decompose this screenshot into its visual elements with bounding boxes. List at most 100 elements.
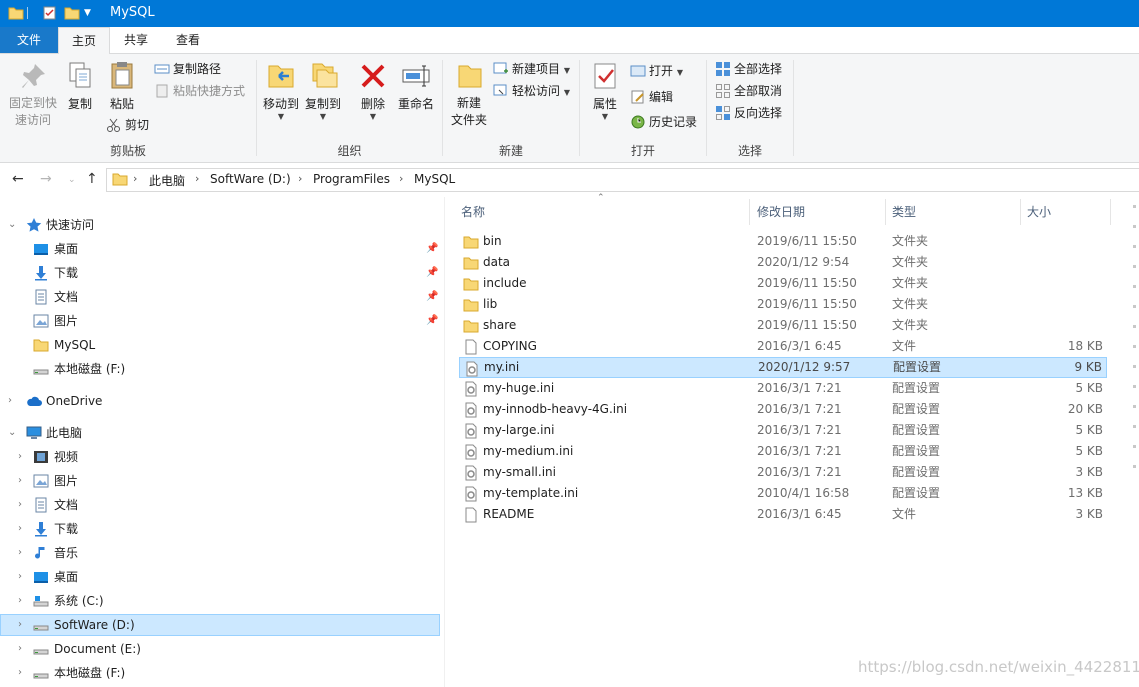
file-row[interactable]: README 2016/3/1 6:45 文件 3 KB <box>459 504 1107 525</box>
properties-button[interactable]: 属性 ▼ <box>588 60 622 121</box>
open-button[interactable]: 打开 ▼ <box>630 61 683 81</box>
paste-shortcut-button[interactable]: 粘贴快捷方式 <box>154 81 245 101</box>
file-row[interactable]: share 2019/6/11 15:50 文件夹 <box>459 315 1107 336</box>
breadcrumb-mysql[interactable]: MySQL <box>414 172 455 186</box>
chevron-right-icon[interactable]: › <box>18 662 22 684</box>
chevron-right-icon[interactable]: › <box>8 390 12 412</box>
scrollbar-track-dot <box>1133 445 1136 448</box>
nav-quick-drive-f[interactable]: 本地磁盘 (F:) <box>0 358 440 380</box>
breadcrumb-programfiles[interactable]: ProgramFiles <box>313 172 390 186</box>
pin-icon[interactable]: 📌 <box>426 310 438 332</box>
chevron-right-icon[interactable]: › <box>18 566 22 588</box>
file-row[interactable]: my.ini 2020/1/12 9:57 配置设置 9 KB <box>459 357 1107 378</box>
customize-quick-access-icon[interactable]: ▼ <box>84 8 100 24</box>
chevron-right-icon[interactable]: › <box>18 446 22 468</box>
new-folder-button[interactable]: 新建 文件夹 <box>447 60 491 129</box>
copy-path-button[interactable]: 复制路径 <box>154 59 221 79</box>
column-divider[interactable] <box>1110 199 1111 225</box>
pin-quick-access-button[interactable]: 固定到快 速访问 <box>6 60 60 129</box>
chevron-right-icon[interactable]: › <box>18 470 22 492</box>
file-row[interactable]: COPYING 2016/3/1 6:45 文件 18 KB <box>459 336 1107 357</box>
new-item-button[interactable]: 新建项目 ▼ <box>493 59 570 79</box>
nav-pc-desktop[interactable]: › 桌面 <box>0 566 440 588</box>
pin-icon[interactable]: 📌 <box>426 286 438 308</box>
nav-pc-drive-f[interactable]: › 本地磁盘 (F:) <box>0 662 440 684</box>
file-row[interactable]: my-innodb-heavy-4G.ini 2016/3/1 7:21 配置设置 2… <box>459 399 1107 420</box>
column-name[interactable]: 名称 <box>461 197 485 225</box>
easy-access-button[interactable]: 轻松访问 ▼ <box>493 81 570 101</box>
column-size[interactable]: 大小 <box>1027 197 1051 225</box>
pin-icon[interactable]: 📌 <box>426 238 438 260</box>
select-none-button[interactable]: 全部取消 <box>715 81 782 101</box>
file-row[interactable]: data 2020/1/12 9:54 文件夹 <box>459 252 1107 273</box>
nav-pc-music[interactable]: › 音乐 <box>0 542 440 564</box>
nav-quick-desktop[interactable]: 桌面 📌 <box>0 238 440 260</box>
column-divider[interactable] <box>1020 199 1021 225</box>
chevron-right-icon[interactable]: › <box>18 615 22 635</box>
copy-to-button[interactable]: 复制到 ▼ <box>303 60 343 121</box>
file-row[interactable]: my-large.ini 2016/3/1 7:21 配置设置 5 KB <box>459 420 1107 441</box>
chevron-down-icon[interactable]: ⌄ <box>8 214 16 236</box>
up-arrow-icon[interactable]: ↑ <box>86 171 98 187</box>
forward-arrow-icon[interactable]: → <box>40 171 52 187</box>
chevron-right-icon[interactable]: › <box>18 542 22 564</box>
file-row[interactable]: my-small.ini 2016/3/1 7:21 配置设置 3 KB <box>459 462 1107 483</box>
column-divider[interactable] <box>749 199 750 225</box>
move-to-button[interactable]: 移动到 ▼ <box>261 60 301 121</box>
nav-pc-videos[interactable]: › 视频 <box>0 446 440 468</box>
nav-quick-mysql[interactable]: MySQL <box>0 334 440 356</box>
file-row[interactable]: my-template.ini 2010/4/1 16:58 配置设置 13 KB <box>459 483 1107 504</box>
nav-pc-drive-c[interactable]: › 系统 (C:) <box>0 590 440 612</box>
breadcrumb-separator-icon[interactable]: › <box>195 172 199 185</box>
nav-quick-documents[interactable]: 文档 📌 <box>0 286 440 308</box>
nav-pc-drive-e[interactable]: › Document (E:) <box>0 638 440 660</box>
breadcrumb-separator-icon[interactable]: › <box>298 172 302 185</box>
new-folder-quick-icon[interactable] <box>64 5 80 21</box>
column-date[interactable]: 修改日期 <box>757 197 805 225</box>
pin-icon[interactable]: 📌 <box>426 262 438 284</box>
file-row[interactable]: lib 2019/6/11 15:50 文件夹 <box>459 294 1107 315</box>
column-type[interactable]: 类型 <box>892 197 916 225</box>
breadcrumb-separator-icon[interactable]: › <box>133 172 137 185</box>
nav-onedrive[interactable]: › OneDrive <box>0 390 440 412</box>
address-bar[interactable]: › 此电脑 › SoftWare (D:) › ProgramFiles › M… <box>106 168 1139 192</box>
file-row[interactable]: my-huge.ini 2016/3/1 7:21 配置设置 5 KB <box>459 378 1107 399</box>
breadcrumb-software-d[interactable]: SoftWare (D:) <box>210 172 291 186</box>
nav-pc-downloads[interactable]: › 下载 <box>0 518 440 540</box>
nav-pc-documents[interactable]: › 文档 <box>0 494 440 516</box>
edit-button[interactable]: 编辑 <box>630 87 673 107</box>
chevron-right-icon[interactable]: › <box>18 590 22 612</box>
tab-home[interactable]: 主页 <box>58 27 110 55</box>
tab-share[interactable]: 共享 <box>112 27 160 53</box>
rename-button[interactable]: 重命名 <box>395 60 437 112</box>
copy-button[interactable]: 复制 <box>62 60 98 112</box>
select-all-button[interactable]: 全部选择 <box>715 59 782 79</box>
file-row[interactable]: bin 2019/6/11 15:50 文件夹 <box>459 231 1107 252</box>
delete-button[interactable]: 删除 ▼ <box>355 60 391 121</box>
invert-selection-button[interactable]: 反向选择 <box>715 103 782 123</box>
breadcrumb-this-pc[interactable]: 此电脑 <box>149 172 185 189</box>
properties-quick-icon[interactable] <box>42 5 58 21</box>
history-button[interactable]: 历史记录 <box>630 112 697 132</box>
nav-pc-drive-d[interactable]: › SoftWare (D:) <box>0 614 440 636</box>
breadcrumb-separator-icon[interactable]: › <box>399 172 403 185</box>
chevron-right-icon[interactable]: › <box>18 494 22 516</box>
nav-pc-pictures[interactable]: › 图片 <box>0 470 440 492</box>
nav-this-pc[interactable]: ⌄ 此电脑 <box>0 422 440 444</box>
recent-locations-chevron-icon[interactable]: ⌄ <box>68 175 76 185</box>
chevron-right-icon[interactable]: › <box>18 638 22 660</box>
nav-quick-pictures[interactable]: 图片 📌 <box>0 310 440 332</box>
cut-button[interactable]: 剪切 <box>106 115 149 135</box>
paste-button[interactable]: 粘贴 <box>102 60 142 112</box>
chevron-down-icon[interactable]: ⌄ <box>8 422 16 444</box>
file-row[interactable]: include 2019/6/11 15:50 文件夹 <box>459 273 1107 294</box>
tab-view[interactable]: 查看 <box>164 27 212 53</box>
nav-quick-downloads[interactable]: 下载 📌 <box>0 262 440 284</box>
tab-file[interactable]: 文件 <box>0 27 58 53</box>
nav-quick-access[interactable]: ⌄ 快速访问 <box>0 214 440 236</box>
file-row[interactable]: my-medium.ini 2016/3/1 7:21 配置设置 5 KB <box>459 441 1107 462</box>
vertical-scrollbar[interactable] <box>1130 197 1139 687</box>
chevron-right-icon[interactable]: › <box>18 518 22 540</box>
column-divider[interactable] <box>885 199 886 225</box>
back-arrow-icon[interactable]: ← <box>12 171 24 187</box>
